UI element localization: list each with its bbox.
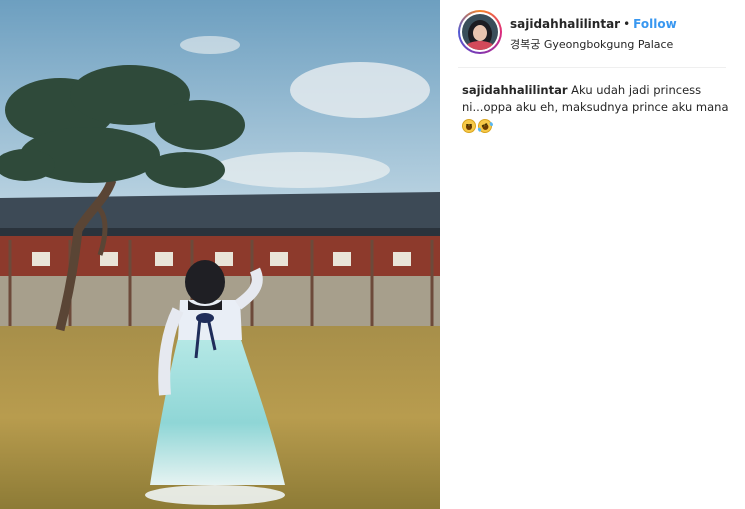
header-user-line: sajidahhalilintar • Follow — [510, 17, 677, 31]
avatar-photo-icon — [462, 14, 498, 50]
location-link[interactable]: 경복궁 Gyeongbokgung Palace — [510, 36, 673, 52]
post-header: sajidahhalilintar • Follow 경복궁 Gyeongbokgu… — [458, 10, 726, 68]
post-side-panel: sajidahhalilintar • Follow 경복궁 Gyeongbokgu… — [440, 0, 745, 509]
caption-username-link[interactable]: sajidahhalilintar — [462, 83, 568, 97]
avatar-inner — [460, 12, 500, 52]
separator-dot: • — [623, 17, 631, 31]
rolling-laughing-emoji-icon — [475, 116, 495, 135]
post-caption: sajidahhalilintar Aku udah jadi princess… — [462, 82, 732, 135]
post-photo-image — [0, 0, 440, 509]
post-photo[interactable] — [0, 0, 440, 509]
username-link[interactable]: sajidahhalilintar — [510, 17, 620, 31]
avatar-image — [462, 14, 498, 50]
grinning-sweat-emoji-icon — [462, 118, 476, 133]
caption-emojis — [462, 116, 732, 135]
follow-button[interactable]: Follow — [633, 17, 677, 31]
avatar[interactable] — [458, 10, 502, 54]
